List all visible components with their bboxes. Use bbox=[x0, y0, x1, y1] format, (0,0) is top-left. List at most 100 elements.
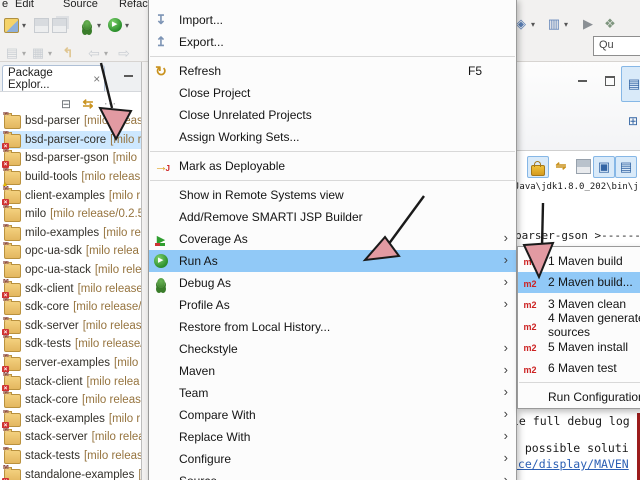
menu-item-compare-with[interactable]: Compare With › bbox=[149, 404, 516, 426]
dropdown-caret-icon: ▾ bbox=[104, 48, 109, 58]
menu-item-show-in-remote-systems-view[interactable]: Show in Remote Systems view bbox=[149, 184, 516, 206]
menubar-item-source[interactable]: Source bbox=[63, 0, 98, 10]
tree-item-bsd-parser[interactable]: Mbsd-parser [milo releas bbox=[0, 112, 141, 131]
console-toolbar-console-switch[interactable] bbox=[551, 156, 571, 176]
window-button-maximize[interactable] bbox=[602, 70, 618, 92]
tree-item-standalone-examples[interactable]: M× standalone-examples[ bbox=[0, 465, 141, 480]
project-decorator: [milo releas bbox=[81, 171, 141, 184]
menubar-item-edit[interactable]: Edit bbox=[15, 0, 34, 10]
console-toolbar-save-console[interactable] bbox=[573, 156, 593, 176]
menu-item-refresh[interactable]: Refresh F5 bbox=[149, 60, 516, 82]
project-name: standalone-examples bbox=[25, 468, 135, 480]
toolbar-button-show-view[interactable]: ▾ bbox=[546, 13, 568, 35]
menu-item-coverage-as[interactable]: Coverage As › bbox=[149, 228, 516, 250]
tree-item-client-examples[interactable]: M × client-examples [milo r bbox=[0, 186, 141, 205]
project-name: opc-ua-stack bbox=[25, 264, 91, 277]
tree-item-server-examples[interactable]: M × server-examples [milo bbox=[0, 354, 141, 373]
menu-item-maven[interactable]: Maven › bbox=[149, 360, 516, 382]
tree-item-opc-ua-stack[interactable]: Mopc-ua-stack [milo rele bbox=[0, 261, 141, 280]
package-explorer-toolbar bbox=[0, 92, 141, 112]
project-decorator: [milo relea bbox=[85, 245, 139, 258]
quick-access-box[interactable]: Qu bbox=[593, 36, 640, 56]
console-link[interactable]: nce/display/MAVEN bbox=[511, 457, 629, 471]
tree-item-stack-server[interactable]: Mstack-server [milo relea bbox=[0, 428, 141, 447]
close-icon[interactable] bbox=[89, 71, 104, 87]
menu-separator bbox=[519, 382, 640, 383]
menubar-item-e[interactable]: e bbox=[2, 0, 8, 10]
menu-item-configure[interactable]: Configure › bbox=[149, 448, 516, 470]
tree-item-bsd-parser-core[interactable]: M × bsd-parser-core [milo r bbox=[0, 130, 141, 150]
window-button-minimize[interactable] bbox=[575, 70, 591, 92]
tree-item-milo[interactable]: Mmilo [milo release/0.2.5 bbox=[0, 205, 141, 224]
maven-badge-icon: M bbox=[3, 279, 9, 285]
m2-icon bbox=[522, 339, 538, 355]
deployable-icon bbox=[153, 158, 170, 177]
tree-item-stack-examples[interactable]: M × stack-examples [milo r bbox=[0, 410, 141, 429]
menu-item-6-maven-test[interactable]: 6 Maven test bbox=[518, 358, 640, 380]
menu-item-label: Close Project bbox=[179, 86, 251, 100]
tree-item-milo-examples[interactable]: Mmilo-examples [milo re bbox=[0, 224, 141, 243]
dropdown-caret-icon: ▾ bbox=[531, 19, 536, 29]
menu-item-mark-as-deployable[interactable]: Mark as Deployable bbox=[149, 155, 516, 177]
m2-icon bbox=[522, 253, 538, 269]
menu-item-source[interactable]: Source › bbox=[149, 470, 516, 480]
tree-item-sdk-client[interactable]: M × sdk-client [milo release bbox=[0, 279, 141, 298]
coverage-icon bbox=[153, 231, 169, 247]
menu-item-1-maven-build[interactable]: 1 Maven build bbox=[518, 250, 640, 272]
tree-item-stack-client[interactable]: M × stack-client [milo relea bbox=[0, 372, 141, 391]
menu-item-replace-with[interactable]: Replace With › bbox=[149, 426, 516, 448]
menu-separator bbox=[150, 180, 515, 181]
debug-icon bbox=[153, 275, 169, 291]
project-name: server-examples bbox=[25, 357, 110, 370]
console-output-line: le full debug log bbox=[512, 414, 630, 428]
menu-item-export[interactable]: Export... bbox=[149, 31, 516, 53]
maven-project-icon: M bbox=[3, 261, 21, 279]
tree-item-stack-core[interactable]: Mstack-core [milo releas bbox=[0, 391, 141, 410]
tab-package-explorer[interactable]: Package Explor... bbox=[2, 65, 105, 91]
tree-item-opc-ua-sdk[interactable]: Mopc-ua-sdk [milo relea bbox=[0, 242, 141, 261]
maven-project-icon: M bbox=[3, 223, 21, 241]
perspective-button-console-perspective[interactable] bbox=[621, 66, 640, 102]
console-toolbar bbox=[513, 154, 640, 180]
maven-badge-icon: M bbox=[3, 223, 9, 229]
menu-item-5-maven-install[interactable]: 5 Maven install bbox=[518, 336, 640, 358]
tree-item-sdk-core[interactable]: Msdk-core [milo release/ bbox=[0, 298, 141, 317]
console-toolbar-display-console[interactable] bbox=[615, 156, 637, 178]
menu-item-profile-as[interactable]: Profile As › bbox=[149, 294, 516, 316]
menu-item-label: Run As bbox=[179, 254, 218, 268]
menu-item-4-maven-generate-sources[interactable]: 4 Maven generate-sources bbox=[518, 311, 640, 339]
toolbar-button-run-last[interactable] bbox=[580, 13, 596, 35]
menu-item-close-unrelated-projects[interactable]: Close Unrelated Projects bbox=[149, 104, 516, 126]
menu-item-close-project[interactable]: Close Project bbox=[149, 82, 516, 104]
menu-item-run-as[interactable]: Run As › bbox=[149, 250, 516, 272]
menu-item-checkstyle[interactable]: Checkstyle › bbox=[149, 338, 516, 360]
minimize-view-icon[interactable] bbox=[121, 68, 137, 84]
project-decorator: [milo bbox=[114, 357, 139, 370]
menu-item-team[interactable]: Team › bbox=[149, 382, 516, 404]
menu-item-add-remove-smarti-jsp-builder[interactable]: Add/Remove SMARTI JSP Builder bbox=[149, 206, 516, 228]
project-name: sdk-client bbox=[25, 282, 74, 295]
tree-item-build-tools[interactable]: M ▲ build-tools [milo releas bbox=[0, 168, 141, 187]
tree-item-stack-tests[interactable]: Mstack-tests [milo releas bbox=[0, 447, 141, 466]
project-name: stack-core bbox=[25, 394, 79, 407]
console-toolbar-pin-console[interactable] bbox=[593, 156, 615, 178]
menu-item-run-configurations[interactable]: Run Configurations... bbox=[518, 386, 640, 408]
tree-item-sdk-server[interactable]: M × sdk-server [milo releas bbox=[0, 317, 141, 336]
menu-item-import[interactable]: Import... bbox=[149, 9, 516, 31]
tree-item-sdk-tests[interactable]: Msdk-tests [milo release/ bbox=[0, 335, 141, 354]
console-toolbar-scroll-lock[interactable] bbox=[527, 156, 549, 178]
toolbar-button-external-tools[interactable] bbox=[602, 13, 618, 35]
menu-item-debug-as[interactable]: Debug As › bbox=[149, 272, 516, 294]
maven-badge-icon: M bbox=[3, 446, 9, 452]
tree-item-bsd-parser-gson[interactable]: M × bsd-parser-gson [milo bbox=[0, 149, 141, 168]
menu-item-label: Run Configurations... bbox=[548, 389, 640, 404]
menu-item-label: Refresh bbox=[179, 64, 222, 78]
perspective-button-grid-perspective[interactable] bbox=[621, 104, 640, 138]
chevron-right-icon: › bbox=[503, 384, 508, 399]
menu-item-2-maven-build[interactable]: 2 Maven build... bbox=[518, 271, 640, 293]
menu-item-restore-from-local-history[interactable]: Restore from Local History... bbox=[149, 316, 516, 338]
project-decorator: [milo releas bbox=[82, 394, 141, 407]
project-decorator: [milo releas bbox=[82, 319, 141, 332]
maven-badge-icon: M bbox=[3, 335, 9, 341]
menu-item-assign-working-sets[interactable]: Assign Working Sets... bbox=[149, 126, 516, 148]
